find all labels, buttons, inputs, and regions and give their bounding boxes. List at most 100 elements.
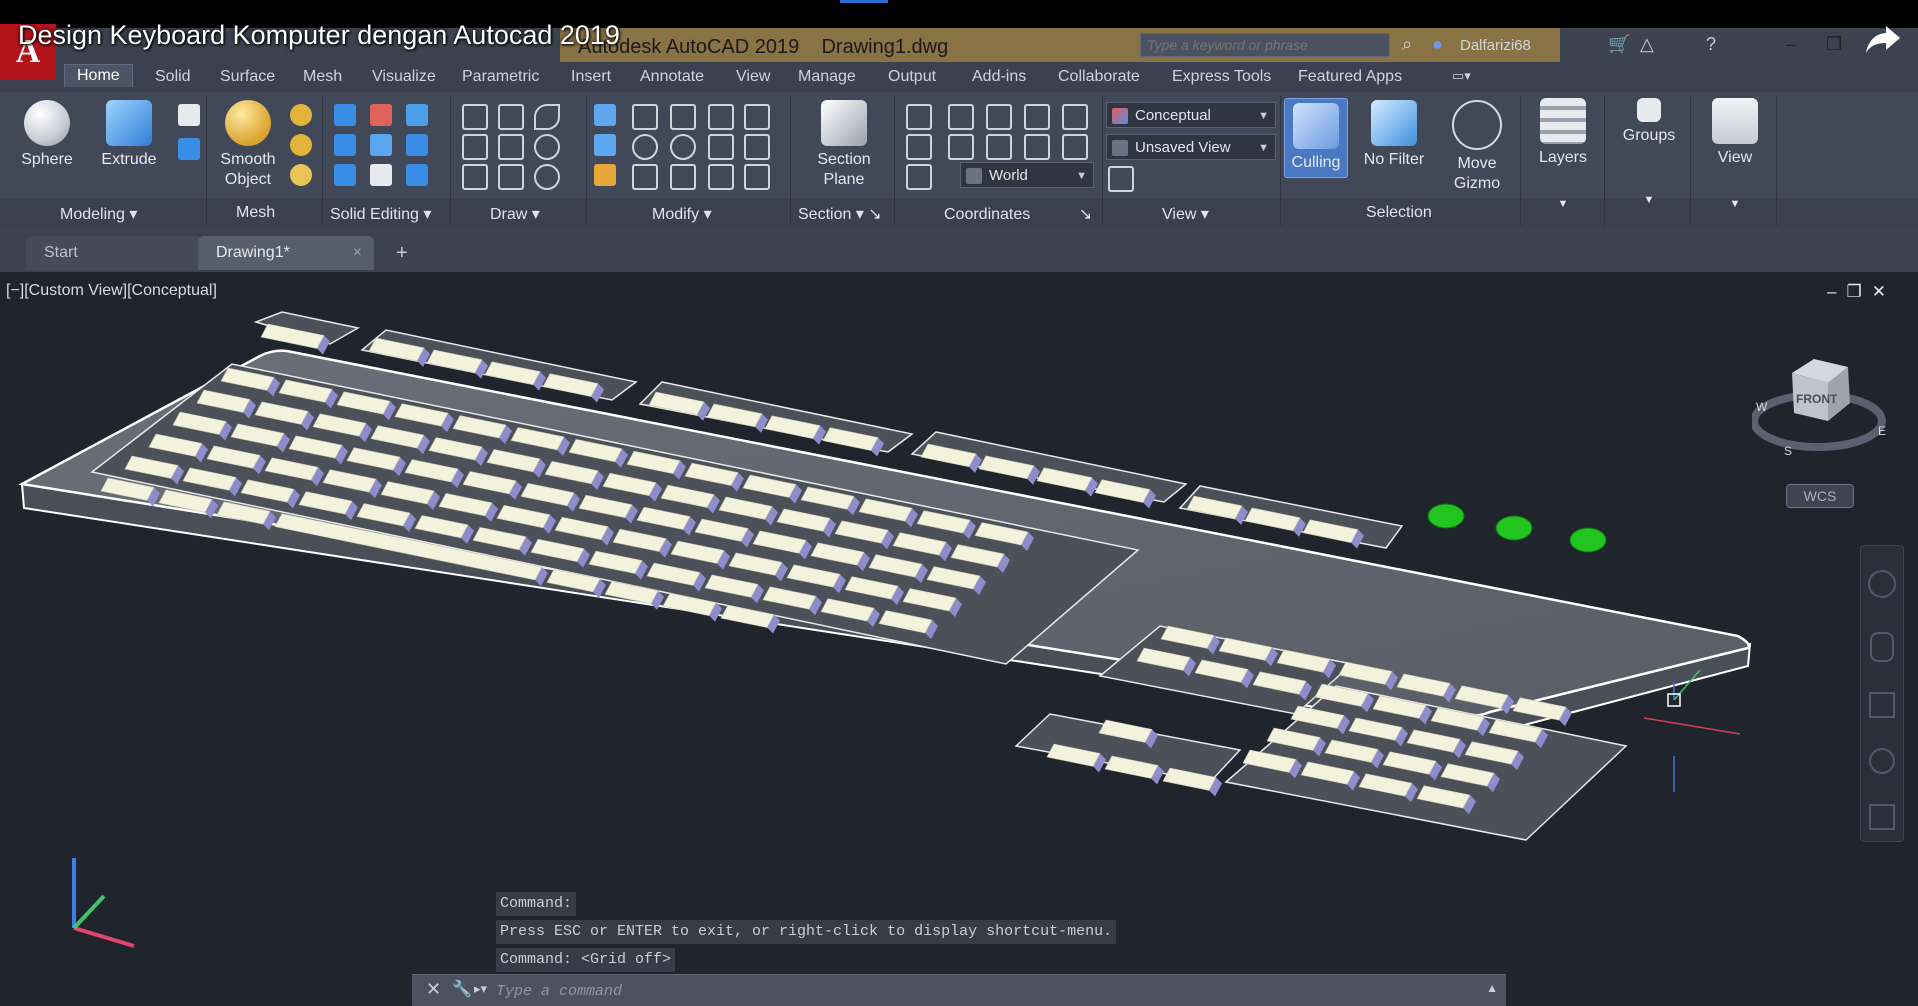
circle-icon[interactable] (534, 134, 560, 160)
pan-icon[interactable] (1870, 632, 1894, 662)
extract-edges-icon[interactable] (406, 134, 428, 156)
subtract-icon[interactable] (370, 104, 392, 126)
shell-icon[interactable] (334, 164, 356, 186)
line-icon[interactable] (462, 104, 488, 130)
close-tab-icon[interactable]: × (353, 236, 362, 270)
move-gizmo-button[interactable]: Move Gizmo (1440, 100, 1514, 194)
minimize-icon[interactable]: – (1786, 34, 1796, 55)
help-icon[interactable]: ? (1706, 34, 1716, 55)
fillet-icon[interactable] (744, 134, 770, 160)
steering-wheel-icon[interactable] (1868, 570, 1896, 598)
box-small-icon[interactable] (178, 104, 200, 126)
mesh-refine-icon[interactable] (290, 164, 312, 186)
3d-rotate-icon[interactable] (632, 134, 658, 160)
tab-add-ins[interactable]: Add-ins (960, 66, 1038, 88)
ucs-x-icon[interactable] (948, 134, 974, 160)
trim-icon[interactable] (744, 104, 770, 130)
wcs-menu[interactable]: WCS (1786, 484, 1854, 508)
command-input[interactable] (494, 978, 1398, 1004)
panel-selection[interactable]: Selection (1366, 204, 1432, 222)
help-search-input[interactable] (1140, 33, 1390, 57)
rectangle-icon[interactable] (498, 164, 524, 190)
tab-parametric[interactable]: Parametric (450, 66, 551, 88)
visual-style-dropdown[interactable]: Conceptual ▼ (1106, 102, 1276, 128)
rotate-icon[interactable] (670, 134, 696, 160)
culling-button[interactable]: Culling (1284, 98, 1348, 178)
3d-align-icon[interactable] (632, 104, 658, 130)
orbit-icon[interactable] (1869, 748, 1895, 774)
command-history-toggle-icon[interactable]: ▲ (1486, 981, 1498, 995)
viewport-config-icon[interactable] (1108, 166, 1134, 192)
ucs-dropdown[interactable]: World ▼ (960, 162, 1094, 188)
ucs-object-icon[interactable] (1062, 104, 1088, 130)
share-icon[interactable] (1864, 22, 1902, 56)
erase-icon[interactable] (594, 164, 616, 186)
ellipse-icon[interactable] (534, 164, 560, 190)
close-command-line-icon[interactable]: ✕ (426, 979, 441, 1000)
ucs-named-icon[interactable] (948, 104, 974, 130)
compass-w-label[interactable]: W (1756, 400, 1768, 414)
viewcube-front-label[interactable]: FRONT (1796, 392, 1838, 406)
polygon-icon[interactable] (462, 164, 488, 190)
panel-mesh[interactable]: Mesh (236, 204, 275, 222)
drawing1-tab[interactable]: Drawing1* × (198, 236, 374, 270)
a360-icon[interactable]: △ (1640, 34, 1654, 55)
stretch-icon[interactable] (670, 164, 696, 190)
viewcube[interactable]: FRONT W S E (1752, 355, 1892, 465)
panel-modeling[interactable]: Modeling ▾ (60, 204, 137, 224)
tab-view[interactable]: View (724, 66, 782, 88)
presspull-icon[interactable] (178, 138, 200, 160)
panel-solid-editing[interactable]: Solid Editing ▾ (330, 204, 431, 224)
separate-icon[interactable] (406, 164, 428, 186)
tab-featured-apps[interactable]: Featured Apps (1286, 66, 1414, 88)
mesh-smooth-more-icon[interactable] (290, 104, 312, 126)
view-button[interactable]: View ▼ (1702, 98, 1768, 214)
binoculars-icon[interactable]: ⌕ (1402, 34, 1412, 55)
ucs-face-icon[interactable] (906, 164, 932, 190)
showmotion-icon[interactable] (1869, 804, 1895, 830)
intersect-icon[interactable] (334, 134, 356, 156)
arc-icon[interactable] (534, 104, 560, 130)
tab-annotate[interactable]: Annotate (628, 66, 716, 88)
user-name[interactable]: Dalfarizi68 (1460, 37, 1531, 54)
tab-mesh[interactable]: Mesh (291, 66, 354, 88)
compass-s-label[interactable]: S (1784, 444, 1792, 458)
ucs-origin-icon[interactable] (986, 104, 1012, 130)
tab-collaborate[interactable]: Collaborate (1046, 66, 1152, 88)
restore-icon[interactable]: ❐ (1826, 34, 1842, 55)
3dpoly-icon[interactable] (498, 134, 524, 160)
interfere-icon[interactable] (370, 134, 392, 156)
copy-icon[interactable] (594, 134, 616, 156)
scale-icon[interactable] (708, 134, 734, 160)
3d-scale-icon[interactable] (632, 164, 658, 190)
panel-modify[interactable]: Modify ▾ (652, 204, 712, 224)
user-icon[interactable]: ● (1432, 34, 1443, 55)
tab-home[interactable]: Home (64, 64, 133, 87)
panel-coordinates[interactable]: Coordinates ↘ (944, 204, 1092, 224)
compass-e-label[interactable]: E (1878, 424, 1886, 438)
viewport-window-controls[interactable]: –❐✕ (1827, 282, 1896, 302)
panel-draw[interactable]: Draw ▾ (490, 204, 540, 224)
slice-icon[interactable] (406, 104, 428, 126)
customize-icon[interactable]: 🔧 (452, 979, 472, 999)
panel-view[interactable]: View ▾ (1162, 204, 1209, 224)
layers-button[interactable]: Layers ▼ (1530, 98, 1596, 214)
array-icon[interactable] (708, 104, 734, 130)
viewport-controls-label[interactable]: [−][Custom View][Conceptual] (6, 282, 217, 300)
ucs-y-icon[interactable] (986, 134, 1012, 160)
ucs-icon[interactable] (906, 104, 932, 130)
smooth-object-button[interactable]: Smooth Object (212, 100, 284, 190)
ucs-z-icon[interactable] (1024, 134, 1050, 160)
new-tab-button[interactable]: + (386, 236, 420, 270)
rect-array-icon[interactable] (744, 164, 770, 190)
tab-express-tools[interactable]: Express Tools (1160, 66, 1283, 88)
tab-output[interactable]: Output (876, 66, 948, 88)
tab-solid[interactable]: Solid (143, 66, 203, 88)
ucs-world-icon[interactable] (906, 134, 932, 160)
mirror-icon[interactable] (594, 104, 616, 126)
no-filter-button[interactable]: No Filter (1356, 100, 1432, 170)
named-view-dropdown[interactable]: Unsaved View ▼ (1106, 134, 1276, 160)
cart-icon[interactable]: 🛒 (1608, 34, 1630, 55)
move-icon[interactable] (670, 104, 696, 130)
section-plane-button[interactable]: Section Plane (804, 100, 884, 190)
